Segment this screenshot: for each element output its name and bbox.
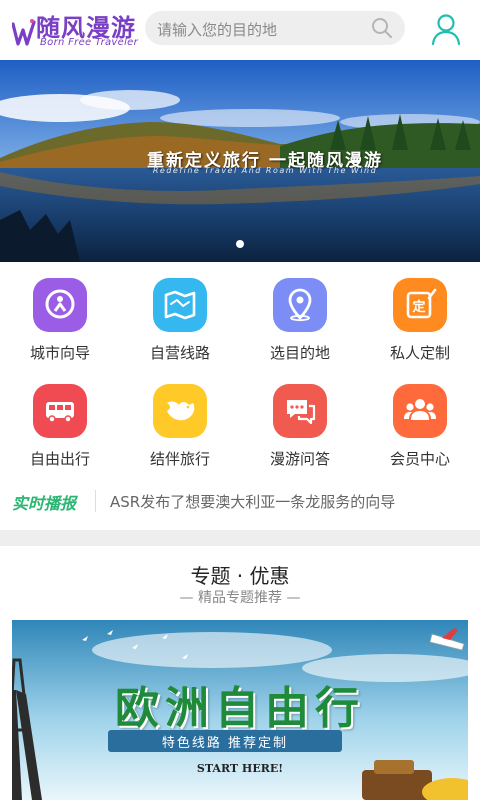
feature-grid: 城市向导 自营线路 选目的地 定 私人定制 自由出行 结伴旅行 漫游问答 会员中… <box>0 262 480 482</box>
grid-item-city-guide[interactable]: 城市向导 <box>0 262 120 362</box>
grid-item-label: 自营线路 <box>149 344 210 362</box>
grid-item-label: 会员中心 <box>389 450 450 468</box>
bus-icon <box>33 384 87 438</box>
grid-item-label: 自由出行 <box>29 450 90 468</box>
section-subtitle: — 精品专题推荐 — <box>179 590 301 606</box>
hero-banner[interactable]: 重新定义旅行 一起随风漫游 Redefine Travel And Roam W… <box>0 60 480 262</box>
promo-banner[interactable]: 欧洲自由行 特色线路 推荐定制 START HERE! <box>12 620 468 800</box>
grid-item-choose-destination[interactable]: 选目的地 <box>240 262 360 362</box>
bird-icon <box>153 384 207 438</box>
ticker-label: 实时播报 <box>12 494 77 513</box>
app-logo[interactable]: 随风漫游 Born Free Traveler <box>12 8 138 52</box>
user-icon[interactable] <box>430 12 462 46</box>
members-icon <box>393 384 447 438</box>
grid-item-label: 私人定制 <box>389 344 450 362</box>
map-route-icon <box>153 278 207 332</box>
search-input[interactable]: 请输入您的目的地 <box>145 11 405 45</box>
chat-icon <box>273 384 327 438</box>
logo-english-name: Born Free Traveler <box>40 37 139 48</box>
grid-item-label: 结伴旅行 <box>149 450 210 468</box>
section-divider <box>0 530 480 546</box>
ticker-divider <box>95 490 96 512</box>
grid-item-own-routes[interactable]: 自营线路 <box>120 262 240 362</box>
grid-item-member-center[interactable]: 会员中心 <box>360 368 480 468</box>
grid-item-label: 漫游问答 <box>269 450 330 468</box>
grid-item-group-travel[interactable]: 结伴旅行 <box>120 368 240 468</box>
promo-ribbon-text: 特色线路 推荐定制 <box>161 736 289 751</box>
grid-item-private-custom[interactable]: 定 私人定制 <box>360 262 480 362</box>
grid-item-label: 城市向导 <box>29 344 90 362</box>
search-icon[interactable] <box>371 17 393 39</box>
grid-item-free-travel[interactable]: 自由出行 <box>0 368 120 468</box>
promo-title: 欧洲自由行 <box>115 683 365 734</box>
section-title: 专题 · 优惠 <box>190 564 290 588</box>
banner-subtitle: Redefine Travel And Roam With The Wind <box>152 166 378 175</box>
promo-start-text: START HERE! <box>196 762 284 775</box>
city-guide-icon <box>33 278 87 332</box>
custom-icon: 定 <box>393 278 447 332</box>
location-pin-icon <box>273 278 327 332</box>
logo-w-icon <box>12 19 36 46</box>
app-header: 随风漫游 Born Free Traveler 请输入您的目的地 <box>0 0 480 60</box>
ticker-message[interactable]: ASR发布了想要澳大利亚一条龙服务的向导 <box>110 491 395 512</box>
grid-item-label: 选目的地 <box>269 344 330 362</box>
svg-text:定: 定 <box>411 299 425 315</box>
search-placeholder: 请输入您的目的地 <box>157 21 278 39</box>
live-news-ticker[interactable]: 实时播报 ASR发布了想要澳大利亚一条龙服务的向导 <box>0 482 480 520</box>
carousel-indicator-dot[interactable] <box>236 240 244 248</box>
grid-item-qa[interactable]: 漫游问答 <box>240 368 360 468</box>
